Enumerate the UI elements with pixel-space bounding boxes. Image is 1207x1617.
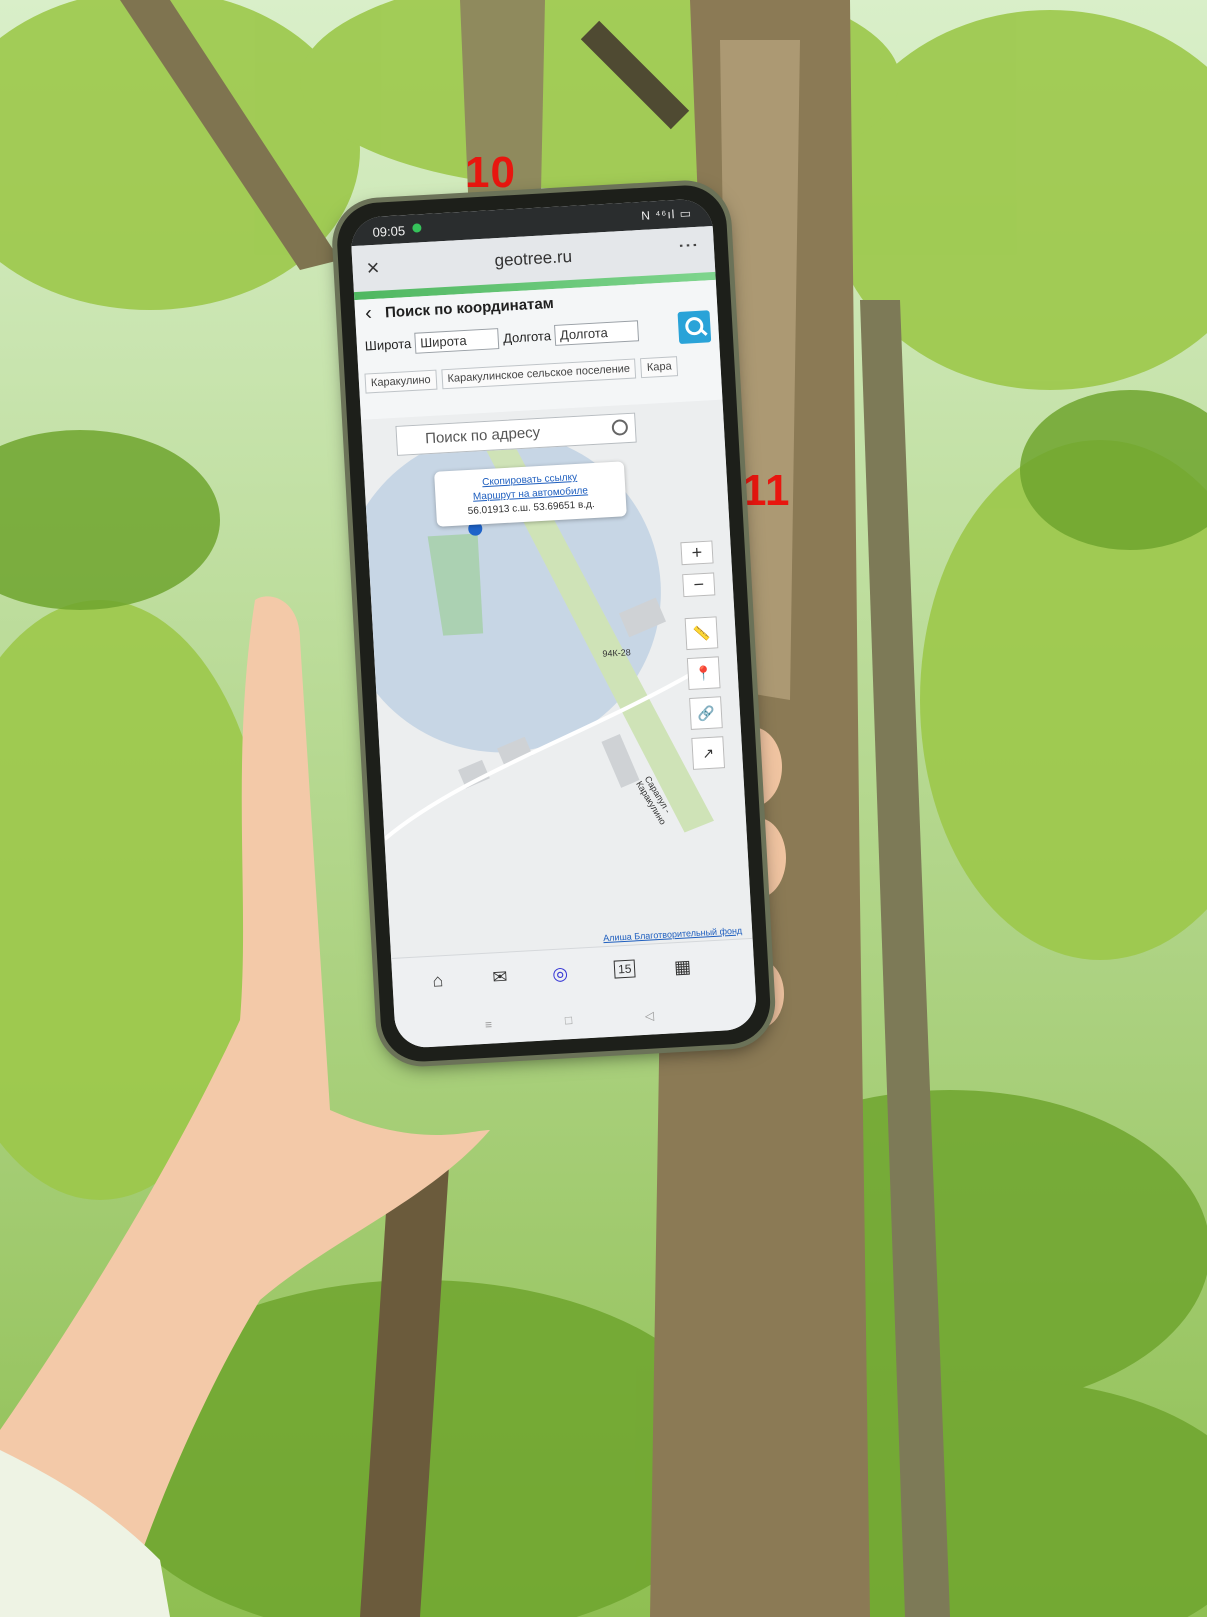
system-home-icon[interactable]: □ [564,1013,572,1027]
longitude-input[interactable]: Долгота [554,320,640,346]
more-menu-icon[interactable]: ⋮ [675,235,700,256]
back-chevron-icon[interactable]: ‹ [364,302,372,325]
phone-screen: 09:05 N ⁴⁶ıl ▭ × geotree.ru ⋮ ‹ Поиск по… [349,197,758,1049]
system-menu-icon[interactable]: ≡ [485,1018,493,1032]
search-icon [684,316,704,336]
search-button[interactable] [677,310,712,344]
home-icon[interactable]: ⌂ [432,970,444,992]
location-pin-icon[interactable]: 📍 [686,656,721,691]
latitude-label: Широта [364,335,412,354]
route-arrow-icon[interactable]: ↗ [691,736,726,770]
coordinate-search-panel: ‹ Поиск по координатам Широта Широта Дол… [354,279,723,420]
notification-dot-icon [412,223,422,233]
smartphone: 09:05 N ⁴⁶ıl ▭ × geotree.ru ⋮ ‹ Поиск по… [335,183,773,1064]
zoom-out-button[interactable]: − [682,572,716,598]
tree-number-label: 10 [465,148,516,197]
location-chip[interactable]: Каракулинское сельское поселение [441,358,637,390]
calendar-icon[interactable]: 15 [613,959,636,979]
bottom-navigation: ⌂ ✉ ◎ 15 ▦ ≡ □ ◁ [391,937,758,1049]
link-icon[interactable]: 🔗 [689,696,723,730]
alice-assistant-icon[interactable]: ◎ [552,963,569,985]
location-chip[interactable]: Каракулино [364,369,438,394]
road-label: 94К-28 [602,647,631,659]
signal-battery-icon: N ⁴⁶ıl ▭ [640,206,693,223]
apps-grid-icon[interactable]: ▦ [674,956,692,978]
system-back-icon[interactable]: ◁ [644,1008,654,1022]
tree-number-label: 11 [742,466,791,515]
panel-title: Поиск по координатам [384,294,555,322]
location-chip[interactable]: Кара [640,356,679,379]
map-view[interactable]: Поиск по адресу Скопировать ссылку Маршр… [361,399,753,960]
breadcrumb-chips: Каракулино Каракулинское сельское поселе… [364,356,679,394]
location-popup: Скопировать ссылку Маршрут на автомобиле… [434,461,627,527]
notifications-icon[interactable]: ✉ [492,967,508,989]
latitude-input[interactable]: Широта [414,328,500,354]
ruler-icon[interactable]: 📏 [684,616,719,651]
longitude-label: Долгота [502,328,552,346]
zoom-in-button[interactable]: + [680,540,714,566]
clock: 09:05 [372,223,406,240]
url-text[interactable]: geotree.ru [352,239,715,279]
coordinate-input-row: Широта Широта Долгота Долгота [364,320,640,356]
